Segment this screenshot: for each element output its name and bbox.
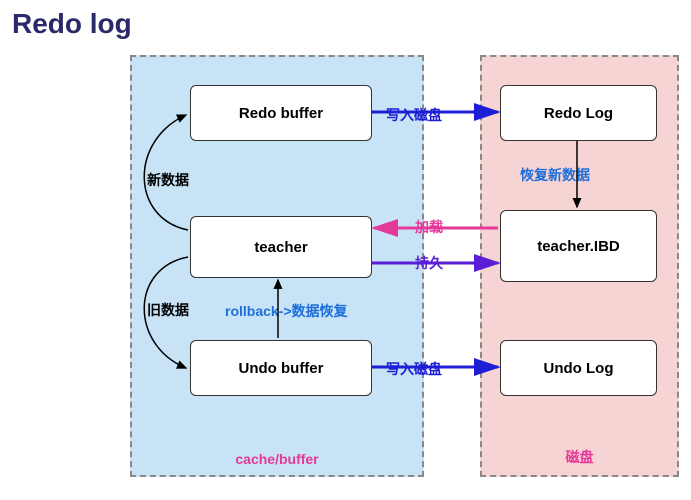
redo-buffer-box: Redo buffer (190, 85, 372, 141)
teacher-box: teacher (190, 216, 372, 278)
disk-zone-label: 磁盘 (566, 447, 594, 467)
undo-log-box: Undo Log (500, 340, 657, 396)
rollback-label: rollback->数据恢复 (225, 301, 348, 321)
undo-buffer-box: Undo buffer (190, 340, 372, 396)
cache-zone-label: cache/buffer (235, 451, 318, 467)
persist-label: 持久 (415, 253, 443, 273)
old-data-label: 旧数据 (147, 300, 189, 320)
write-disk-label-2: 写入磁盘 (386, 359, 442, 379)
load-label: 加载 (415, 217, 443, 237)
redo-log-box: Redo Log (500, 85, 657, 141)
restore-new-label: 恢复新数据 (520, 165, 590, 185)
write-disk-label-1: 写入磁盘 (386, 105, 442, 125)
new-data-label: 新数据 (147, 170, 189, 190)
page-title: Redo log (12, 8, 132, 40)
teacher-ibd-box: teacher.IBD (500, 210, 657, 282)
